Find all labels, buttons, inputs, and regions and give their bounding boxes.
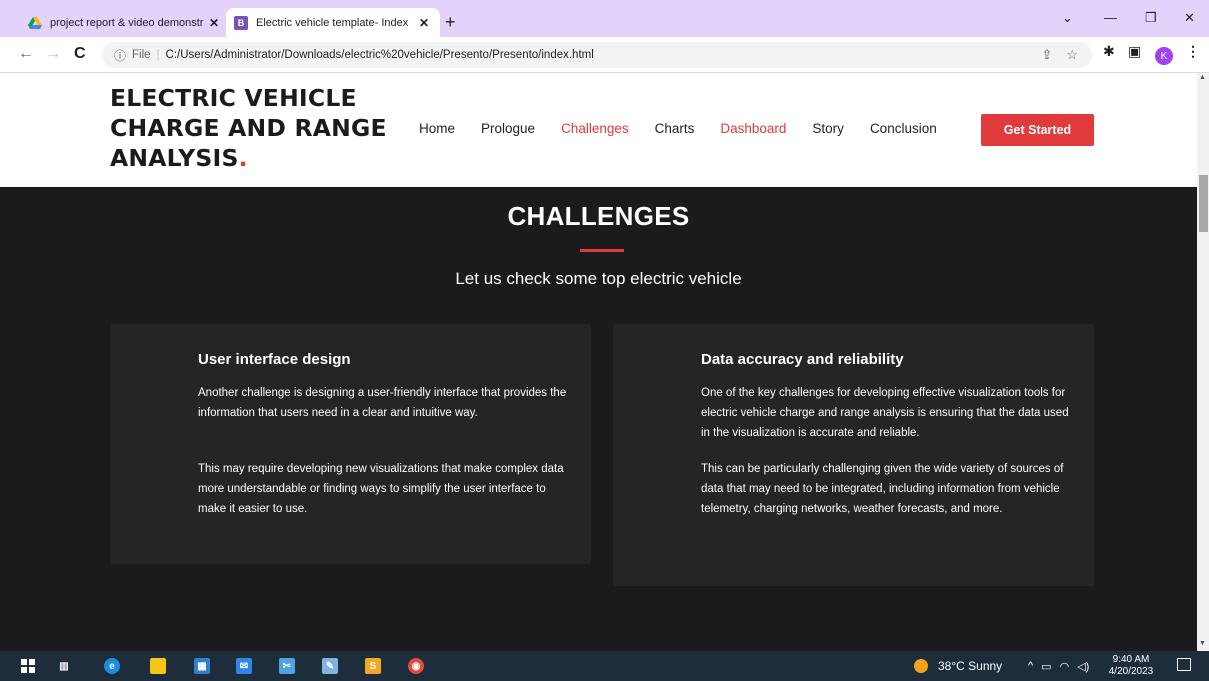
get-started-button[interactable]: Get Started <box>981 114 1094 146</box>
logo-dot: . <box>238 144 248 172</box>
mail-icon[interactable]: ✉ <box>236 658 252 674</box>
challenge-card-ui-design: User interface design Another challenge … <box>110 324 591 564</box>
bookmark-star-icon[interactable]: ☆ <box>1066 47 1078 63</box>
profile-avatar[interactable]: K <box>1155 47 1173 65</box>
nav-conclusion[interactable]: Conclusion <box>870 121 937 136</box>
main-nav: Home Prologue Challenges Charts Dashboar… <box>419 121 963 136</box>
time: 9:40 AM <box>1112 654 1150 665</box>
tab-electric-vehicle[interactable]: B Electric vehicle template- Index ✕ <box>226 8 440 37</box>
nav-challenges[interactable]: Challenges <box>561 121 629 136</box>
site-header: ELECTRIC VEHICLE CHARGE AND RANGE ANALYS… <box>0 73 1197 187</box>
close-tab-icon[interactable]: ✕ <box>206 16 222 30</box>
url-text: C:/Users/Administrator/Downloads/electri… <box>165 49 594 61</box>
card-paragraph: Another challenge is designing a user-fr… <box>198 387 567 419</box>
back-icon[interactable]: ← <box>18 45 34 63</box>
snipping-tool-icon[interactable]: ✂ <box>279 658 295 674</box>
volume-icon[interactable]: ◁) <box>1077 660 1089 673</box>
card-paragraph: This can be particularly challenging giv… <box>701 463 1064 515</box>
tab-title: Electric vehicle template- Index <box>256 16 409 29</box>
google-drive-icon <box>28 16 42 30</box>
weather-widget[interactable]: 38°C Sunny <box>914 659 1002 673</box>
scroll-up-arrow-icon[interactable]: ▲ <box>1199 74 1206 81</box>
side-panel-icon[interactable]: ▣ <box>1128 43 1141 60</box>
nav-charts[interactable]: Charts <box>655 121 695 136</box>
pen-app-icon[interactable]: ✎ <box>322 658 338 674</box>
minimize-button[interactable]: — <box>1104 10 1117 25</box>
battery-icon[interactable]: ▭ <box>1041 660 1051 673</box>
web-page: ELECTRIC VEHICLE CHARGE AND RANGE ANALYS… <box>0 73 1197 651</box>
sublime-text-icon[interactable]: S <box>365 658 381 674</box>
vertical-scrollbar[interactable] <box>1197 73 1209 651</box>
new-tab-button[interactable]: + <box>445 12 456 33</box>
close-tab-icon[interactable]: ✕ <box>416 16 432 30</box>
card-title: User interface design <box>198 351 351 368</box>
site-logo[interactable]: ELECTRIC VEHICLE CHARGE AND RANGE ANALYS… <box>110 83 400 173</box>
nav-story[interactable]: Story <box>812 121 844 136</box>
challenges-section: CHALLENGES Let us check some top electri… <box>0 187 1197 651</box>
tab-project-report[interactable]: project report & video demonstr ✕ <box>20 8 230 37</box>
info-icon[interactable]: ⓘ <box>114 47 126 64</box>
logo-text: ELECTRIC VEHICLE CHARGE AND RANGE ANALYS… <box>110 84 387 172</box>
scroll-down-arrow-icon[interactable]: ▼ <box>1199 640 1206 647</box>
reload-icon[interactable]: C <box>74 45 86 63</box>
scrollbar-thumb[interactable] <box>1199 175 1208 232</box>
section-title: CHALLENGES <box>507 201 690 231</box>
wifi-icon[interactable]: ◠ <box>1060 660 1070 673</box>
nav-prologue[interactable]: Prologue <box>481 121 535 136</box>
browser-toolbar: ← → C ⓘ File | C:/Users/Administrator/Do… <box>0 37 1209 73</box>
clock[interactable]: 9:40 AM 4/20/2023 <box>1106 654 1156 678</box>
chrome-icon[interactable]: ◉ <box>408 658 424 674</box>
close-window-button[interactable]: ✕ <box>1184 10 1195 26</box>
scheme-label: File <box>132 49 151 61</box>
task-view-icon[interactable]: ▥ <box>56 658 72 674</box>
separator: | <box>156 49 160 61</box>
address-bar[interactable]: ⓘ File | C:/Users/Administrator/Download… <box>102 42 1092 68</box>
weather-text: 38°C Sunny <box>938 659 1003 673</box>
card-paragraph: One of the key challenges for developing… <box>701 387 1069 439</box>
edge-icon[interactable]: e <box>104 658 120 674</box>
notification-icon[interactable] <box>1177 658 1191 671</box>
tab-search-icon[interactable]: ⌄ <box>1062 10 1073 26</box>
card-paragraph: This may require developing new visualiz… <box>198 463 564 515</box>
challenge-card-data-accuracy: Data accuracy and reliability One of the… <box>613 324 1094 586</box>
file-explorer-icon[interactable] <box>150 658 166 674</box>
extensions-icon[interactable]: ✱ <box>1103 43 1115 60</box>
bootstrap-icon: B <box>234 15 248 30</box>
forward-icon[interactable]: → <box>45 45 61 63</box>
nav-home[interactable]: Home <box>419 121 455 136</box>
sun-icon <box>914 659 928 673</box>
windows-start-icon[interactable] <box>20 658 36 674</box>
title-underline <box>580 249 624 252</box>
section-subtitle: Let us check some top electric vehicle <box>455 269 742 288</box>
restore-button[interactable]: ❐ <box>1145 10 1157 26</box>
menu-icon[interactable]: ⋮ <box>1186 43 1200 60</box>
chevron-up-icon[interactable]: ^ <box>1028 660 1033 673</box>
system-tray: ^ ▭ ◠ ◁) <box>1028 660 1089 673</box>
store-icon[interactable]: ▦ <box>194 658 210 674</box>
card-title: Data accuracy and reliability <box>701 351 904 368</box>
nav-dashboard[interactable]: Dashboard <box>720 121 786 136</box>
share-icon[interactable]: ⇪ <box>1041 47 1052 63</box>
date: 4/20/2023 <box>1108 666 1154 677</box>
tab-title: project report & video demonstr <box>50 16 204 29</box>
